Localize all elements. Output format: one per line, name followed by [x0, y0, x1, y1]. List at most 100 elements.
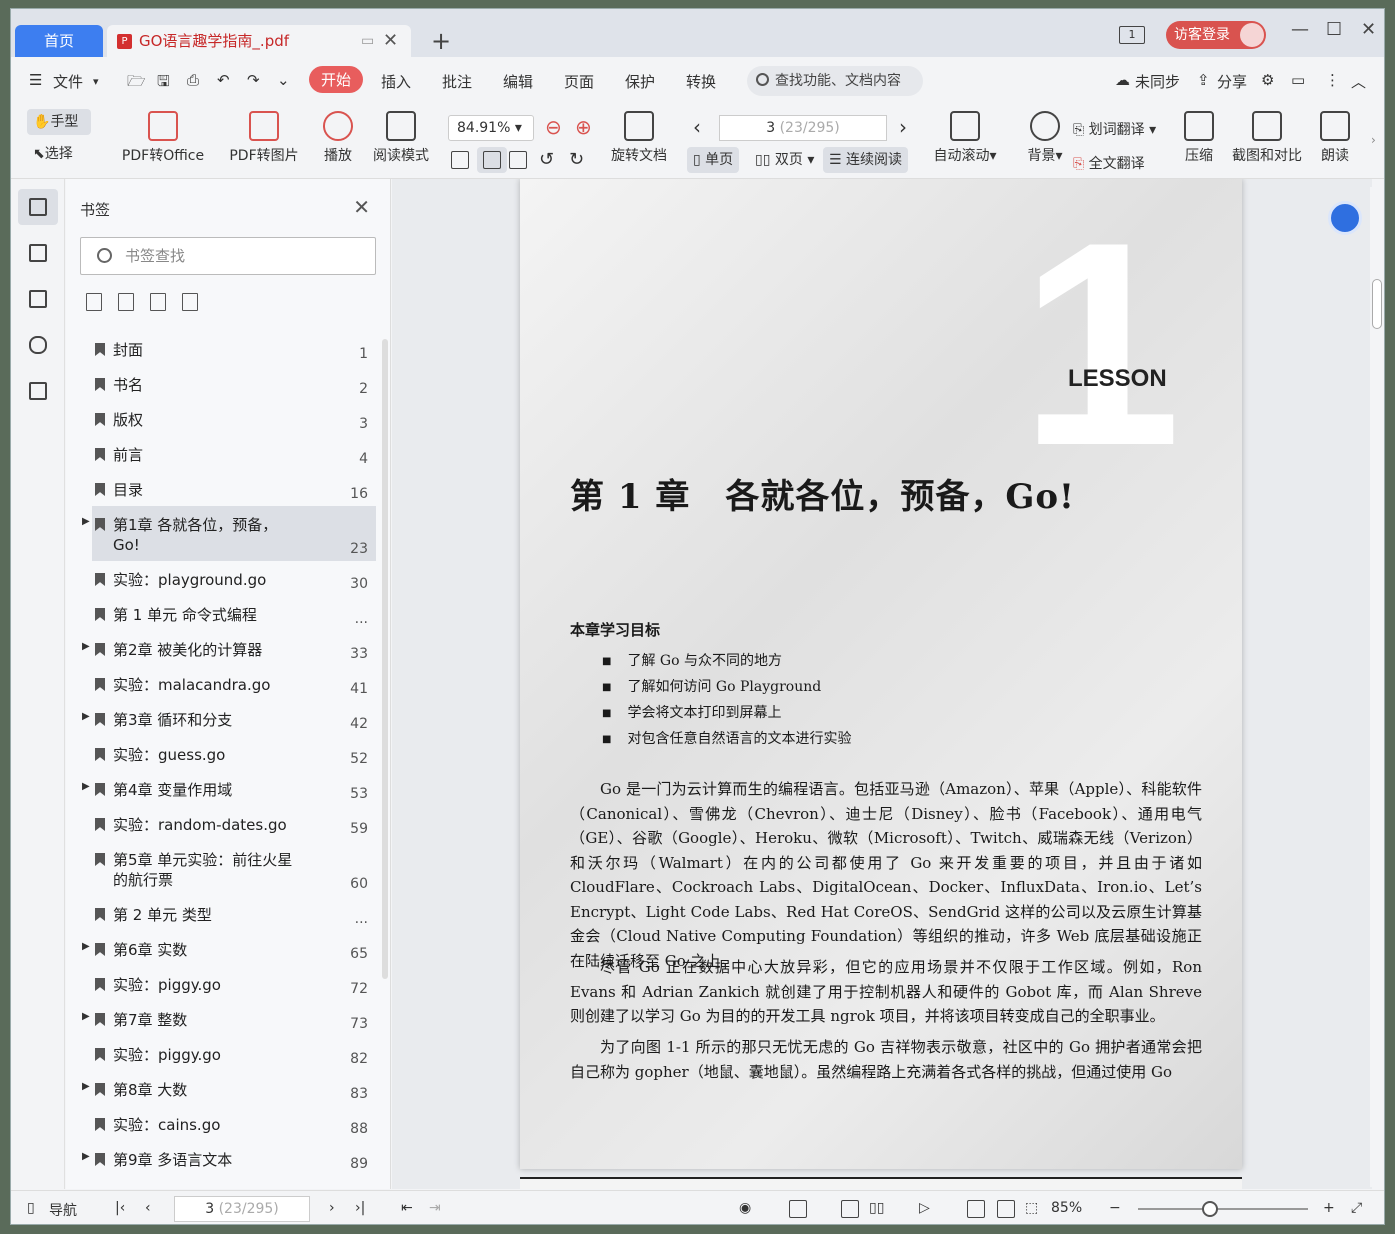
- play-button[interactable]: 播放: [319, 111, 357, 165]
- fit-width-icon[interactable]: [509, 151, 527, 169]
- bookmark-item[interactable]: 实验：piggy.go 82: [80, 1036, 376, 1071]
- bookmark-item[interactable]: 封面 1: [80, 331, 376, 366]
- expand-arrow-icon[interactable]: ▶: [82, 641, 90, 652]
- comment-panel-button[interactable]: [18, 281, 58, 317]
- single-page-button[interactable]: ▯ 单页: [687, 147, 740, 173]
- screenshot-compare-button[interactable]: 截图和对比: [1227, 111, 1307, 165]
- bookmark-item[interactable]: 前言 4: [80, 436, 376, 471]
- expand-all-icon[interactable]: [86, 293, 102, 311]
- undo-icon[interactable]: ↶: [217, 71, 230, 89]
- bookmark-item[interactable]: 实验：cains.go 88: [80, 1106, 376, 1141]
- bookmark-item[interactable]: ▶ 第3章 循环和分支 42: [80, 701, 376, 736]
- bookmark-item[interactable]: 第 1 单元 命令式编程...: [80, 596, 376, 631]
- menu-annotate[interactable]: 批注: [442, 71, 472, 92]
- bookmark-item[interactable]: ▶ 第8章 大数 83: [80, 1071, 376, 1106]
- next-page-icon[interactable]: ›: [899, 115, 907, 139]
- bookmark-item[interactable]: 版权 3: [80, 401, 376, 436]
- expand-arrow-icon[interactable]: ▶: [82, 781, 90, 792]
- scroll-thumb[interactable]: [1372, 279, 1382, 329]
- menu-protect[interactable]: 保护: [625, 71, 655, 92]
- share-button[interactable]: 分享: [1217, 71, 1247, 92]
- open-folder-icon[interactable]: 🗁: [127, 71, 146, 96]
- zoom-in-icon[interactable]: ⊕: [575, 115, 592, 139]
- floating-tool-button[interactable]: [1328, 201, 1362, 235]
- expand-arrow-icon[interactable]: ▶: [82, 711, 90, 722]
- bookmark-item[interactable]: 实验：guess.go 52: [80, 736, 376, 771]
- status-zoom-value[interactable]: 85%: [1051, 1200, 1082, 1216]
- save-icon[interactable]: 🖫: [157, 71, 170, 96]
- bookmark-item[interactable]: ▶ 第4章 变量作用域 53: [80, 771, 376, 806]
- zoom-slider-knob[interactable]: [1202, 1201, 1218, 1217]
- close-window-icon[interactable]: ✕: [1361, 19, 1376, 40]
- bookmark-item[interactable]: 实验：piggy.go 72: [80, 966, 376, 1001]
- bookmark-panel-button[interactable]: [18, 189, 58, 225]
- new-tab-button[interactable]: +: [431, 27, 451, 55]
- menu-insert[interactable]: 插入: [381, 71, 411, 92]
- fit-page-icon[interactable]: [477, 147, 507, 173]
- continuous-read-button[interactable]: ☰ 连续阅读: [823, 147, 909, 173]
- read-mode-button[interactable]: 阅读模式: [369, 111, 433, 165]
- thumbnail-panel-button[interactable]: [18, 235, 58, 271]
- maximize-icon[interactable]: ☐: [1326, 19, 1342, 40]
- auto-scroll-button[interactable]: 自动滚动▾: [929, 111, 1001, 165]
- bookmark-item[interactable]: 第 2 单元 类型...: [80, 896, 376, 931]
- tab-document[interactable]: P GO语言趣学指南_.pdf ▭ ✕: [107, 25, 411, 57]
- bookmark-item[interactable]: ▶ 第6章 实数 65: [80, 931, 376, 966]
- redo-icon[interactable]: ↷: [247, 71, 260, 89]
- back-icon[interactable]: ⇤: [401, 1200, 413, 1216]
- zoom-select[interactable]: 84.91% ▾: [448, 115, 534, 141]
- play-icon[interactable]: ▷: [919, 1200, 930, 1216]
- page-number-input[interactable]: 3 (23/295): [719, 115, 887, 141]
- signature-panel-button[interactable]: [18, 373, 58, 409]
- navigation-icon[interactable]: ▯: [27, 1200, 35, 1216]
- double-page-button[interactable]: ▯▯ 双页 ▾: [749, 147, 820, 173]
- feature-search[interactable]: 查找功能、文档内容: [747, 66, 923, 96]
- print-icon[interactable]: ⎙: [187, 71, 199, 89]
- hand-tool-button[interactable]: ✋手型: [27, 109, 91, 135]
- double-view-icon[interactable]: ▯▯: [869, 1200, 884, 1216]
- fit-page-icon[interactable]: [997, 1200, 1015, 1218]
- fit-width-icon[interactable]: ⬚: [1025, 1200, 1038, 1216]
- more-dropdown-icon[interactable]: ⌄: [277, 71, 290, 89]
- zoom-in-icon[interactable]: +: [1323, 1200, 1335, 1216]
- zoom-out-icon[interactable]: −: [1109, 1200, 1121, 1216]
- expand-arrow-icon[interactable]: ▶: [82, 516, 90, 527]
- status-page-input[interactable]: 3 (23/295): [174, 1196, 310, 1222]
- bookmark-item[interactable]: 实验：random-dates.go 59: [80, 806, 376, 841]
- menu-file[interactable]: 文件: [53, 71, 83, 92]
- close-tab-icon[interactable]: ✕: [383, 25, 398, 57]
- attachment-panel-button[interactable]: [18, 327, 58, 363]
- comment-icon[interactable]: ▭: [1291, 71, 1305, 89]
- collapse-all-icon[interactable]: [118, 293, 134, 311]
- continuous-view-icon[interactable]: [789, 1200, 807, 1218]
- share-icon[interactable]: ⇪: [1197, 71, 1210, 89]
- cloud-sync-icon[interactable]: ☁: [1115, 71, 1130, 89]
- bookmark-item[interactable]: ▶ 第1章 各就各位，预备，Go! 23: [82, 506, 376, 561]
- document-view[interactable]: 1 LESSON 第 1 章 各就各位，预备，Go! 本章学习目标 了解 Go …: [392, 179, 1372, 1189]
- single-view-icon[interactable]: [841, 1200, 859, 1218]
- chevron-down-icon[interactable]: ▾: [93, 75, 99, 88]
- tab-home[interactable]: 首页: [15, 25, 103, 57]
- zoom-out-icon[interactable]: ⊖: [545, 115, 562, 139]
- pdf-to-office-button[interactable]: PDF转Office: [115, 111, 211, 165]
- add-bookmark-icon[interactable]: [150, 293, 166, 311]
- read-aloud-button[interactable]: 朗读: [1315, 111, 1355, 165]
- compress-button[interactable]: 压缩: [1179, 111, 1219, 165]
- menu-page[interactable]: 页面: [564, 71, 594, 92]
- bookmark-item[interactable]: ▶ 第9章 多语言文本 89: [80, 1141, 376, 1176]
- collapse-ribbon-icon[interactable]: ︿: [1351, 71, 1366, 92]
- full-translate-button[interactable]: ⎘ 全文翻译: [1073, 153, 1145, 173]
- menu-edit[interactable]: 编辑: [503, 71, 533, 92]
- background-button[interactable]: 背景▾: [1023, 111, 1067, 165]
- bookmark-item[interactable]: ▶ 第7章 整数 73: [80, 1001, 376, 1036]
- actual-size-icon[interactable]: [451, 151, 469, 169]
- navigation-label[interactable]: 导航: [49, 1200, 77, 1220]
- next-page-icon[interactable]: ›: [329, 1200, 335, 1216]
- rotate-document-button[interactable]: 旋转文档: [607, 111, 671, 165]
- bookmark-item[interactable]: 书名 2: [80, 366, 376, 401]
- toolbar-scroll-right-icon[interactable]: ›: [1371, 133, 1376, 147]
- bookmark-item[interactable]: 第5章 单元实验：前往火星的航行票 60: [80, 841, 376, 896]
- bookmark-item[interactable]: 目录 16: [80, 471, 376, 506]
- hamburger-icon[interactable]: ☰: [29, 71, 42, 89]
- document-scrollbar[interactable]: [1370, 187, 1384, 1187]
